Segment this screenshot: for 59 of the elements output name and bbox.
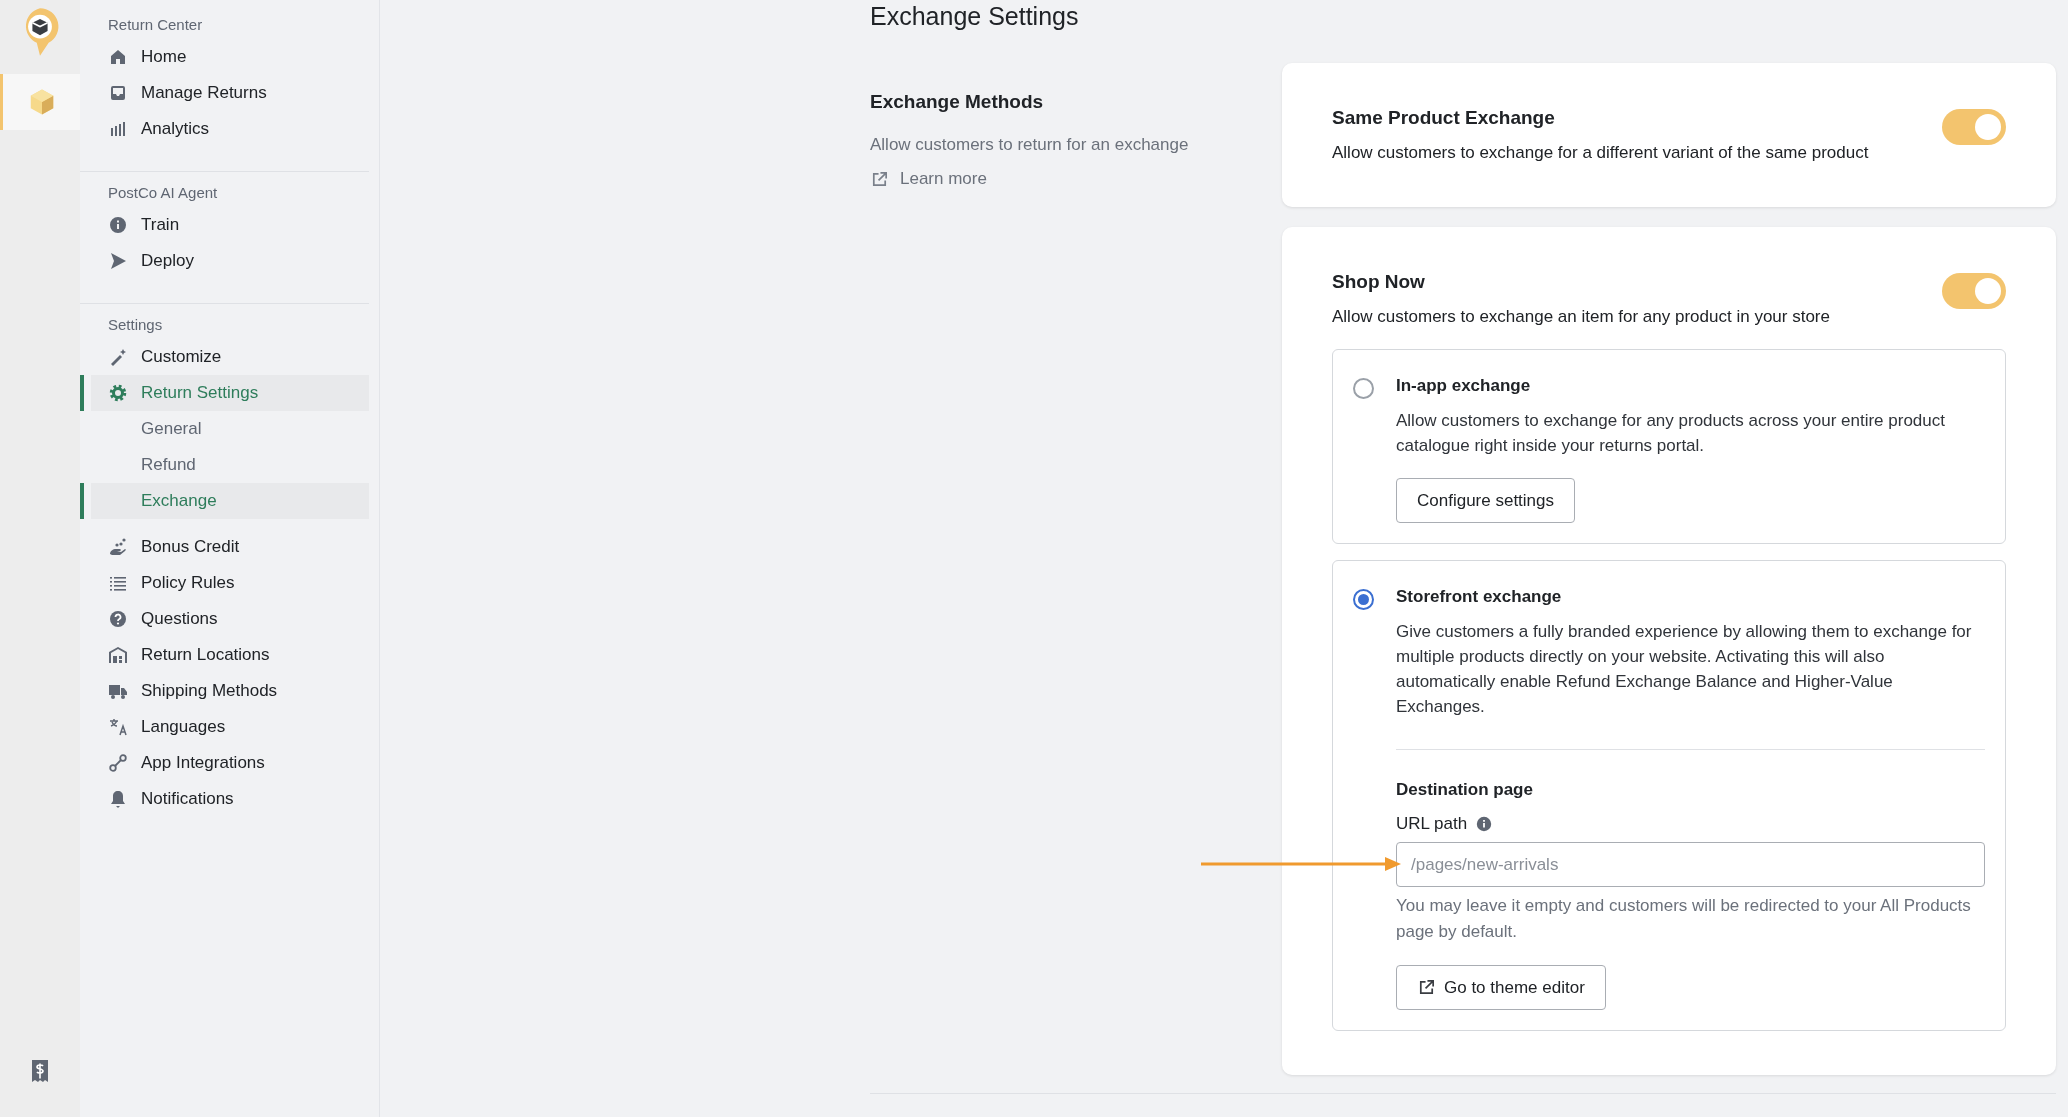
sidebar-item[interactable]: Manage Returns <box>80 75 369 111</box>
external-link-icon <box>870 169 889 189</box>
configure-settings-button[interactable]: Configure settings <box>1396 478 1576 523</box>
learn-more-link[interactable]: Learn more <box>870 169 987 189</box>
section-title: Exchange Methods <box>870 91 1045 113</box>
inbox-icon <box>108 83 128 103</box>
sidebar-item[interactable]: Bonus Credit <box>80 529 369 565</box>
sidebar-subitem[interactable]: Refund <box>80 447 369 483</box>
option-title: Storefront exchange <box>1396 587 1563 607</box>
card-description: Allow customers to exchange for a different variant of the same product <box>1332 143 1869 163</box>
sidebar-item[interactable]: Train <box>80 207 369 243</box>
card-title: Shop Now <box>1332 271 1426 293</box>
sidebar-item[interactable]: Policy Rules <box>80 565 369 601</box>
sidebar-item[interactable]: Return Settings <box>80 375 369 411</box>
page-title: Exchange Settings <box>870 2 1080 31</box>
home-icon <box>108 47 128 67</box>
hand-coins-icon <box>108 537 128 557</box>
external-link-icon <box>1417 978 1436 997</box>
sidebar-item[interactable]: Analytics <box>80 111 369 147</box>
option-title: In-app exchange <box>1396 376 1532 396</box>
radio-button[interactable] <box>1353 378 1374 399</box>
field-label: URL path <box>1396 814 1468 834</box>
send-icon <box>108 251 128 271</box>
info-icon <box>1475 815 1494 833</box>
card-title: Same Product Exchange <box>1332 107 1556 129</box>
sidebar-item[interactable]: Customize <box>80 339 369 375</box>
theme-editor-button[interactable]: Go to theme editor <box>1396 965 1606 1010</box>
option-description: Give customers a fully branded experience by allowing them to exchange for multiple products directly on your website. Activating this will also automatically enable Refund Exchange Balance and Higher-Value Exchanges. <box>1396 621 1973 718</box>
url-path-field[interactable]: /pages/new-arrivals <box>1396 842 1985 887</box>
help-text: You may leave it empty and customers will be redirected to your All Products page by default. <box>1396 895 1972 943</box>
translate-icon <box>108 717 128 737</box>
sidebar-item[interactable]: Shipping Methods <box>80 673 369 709</box>
sidebar-item[interactable]: Questions <box>80 601 369 637</box>
sidebar-item[interactable]: Deploy <box>80 243 369 279</box>
section-description: Allow customers to return for an exchange <box>870 135 1190 155</box>
bar-chart-icon <box>108 119 128 139</box>
section-heading: PostCo AI Agent <box>107 184 219 201</box>
toggle-switch[interactable] <box>1942 273 2006 309</box>
section-heading: Return Center <box>107 16 204 33</box>
section-heading: Settings <box>107 316 164 333</box>
link-icon <box>108 753 128 773</box>
option-description: Allow customers to exchange for any products across your entire product catalogue right inside your returns portal. <box>1396 410 1946 457</box>
sidebar-item[interactable]: Return Locations <box>80 637 369 673</box>
sidebar-item[interactable]: Languages <box>80 709 369 745</box>
gear-icon <box>108 383 128 403</box>
card-description: Allow customers to exchange an item for any product in your store <box>1332 307 1830 327</box>
warehouse-icon <box>108 645 128 665</box>
sidebar-item[interactable]: App Integrations <box>80 745 369 781</box>
toggle-switch[interactable] <box>1942 109 2006 145</box>
info-icon <box>108 215 128 235</box>
radio-button[interactable] <box>1353 589 1374 610</box>
sidebar-subitem[interactable]: General <box>80 411 369 447</box>
sidebar-item[interactable]: Notifications <box>80 781 369 817</box>
bell-icon <box>108 789 128 809</box>
sidebar-item[interactable]: Home <box>80 39 369 75</box>
question-icon <box>108 609 128 629</box>
destination-heading: Destination page <box>1396 780 1534 800</box>
sidebar-subitem[interactable]: Exchange <box>80 483 369 519</box>
receipt-dollar-icon <box>30 1059 50 1083</box>
